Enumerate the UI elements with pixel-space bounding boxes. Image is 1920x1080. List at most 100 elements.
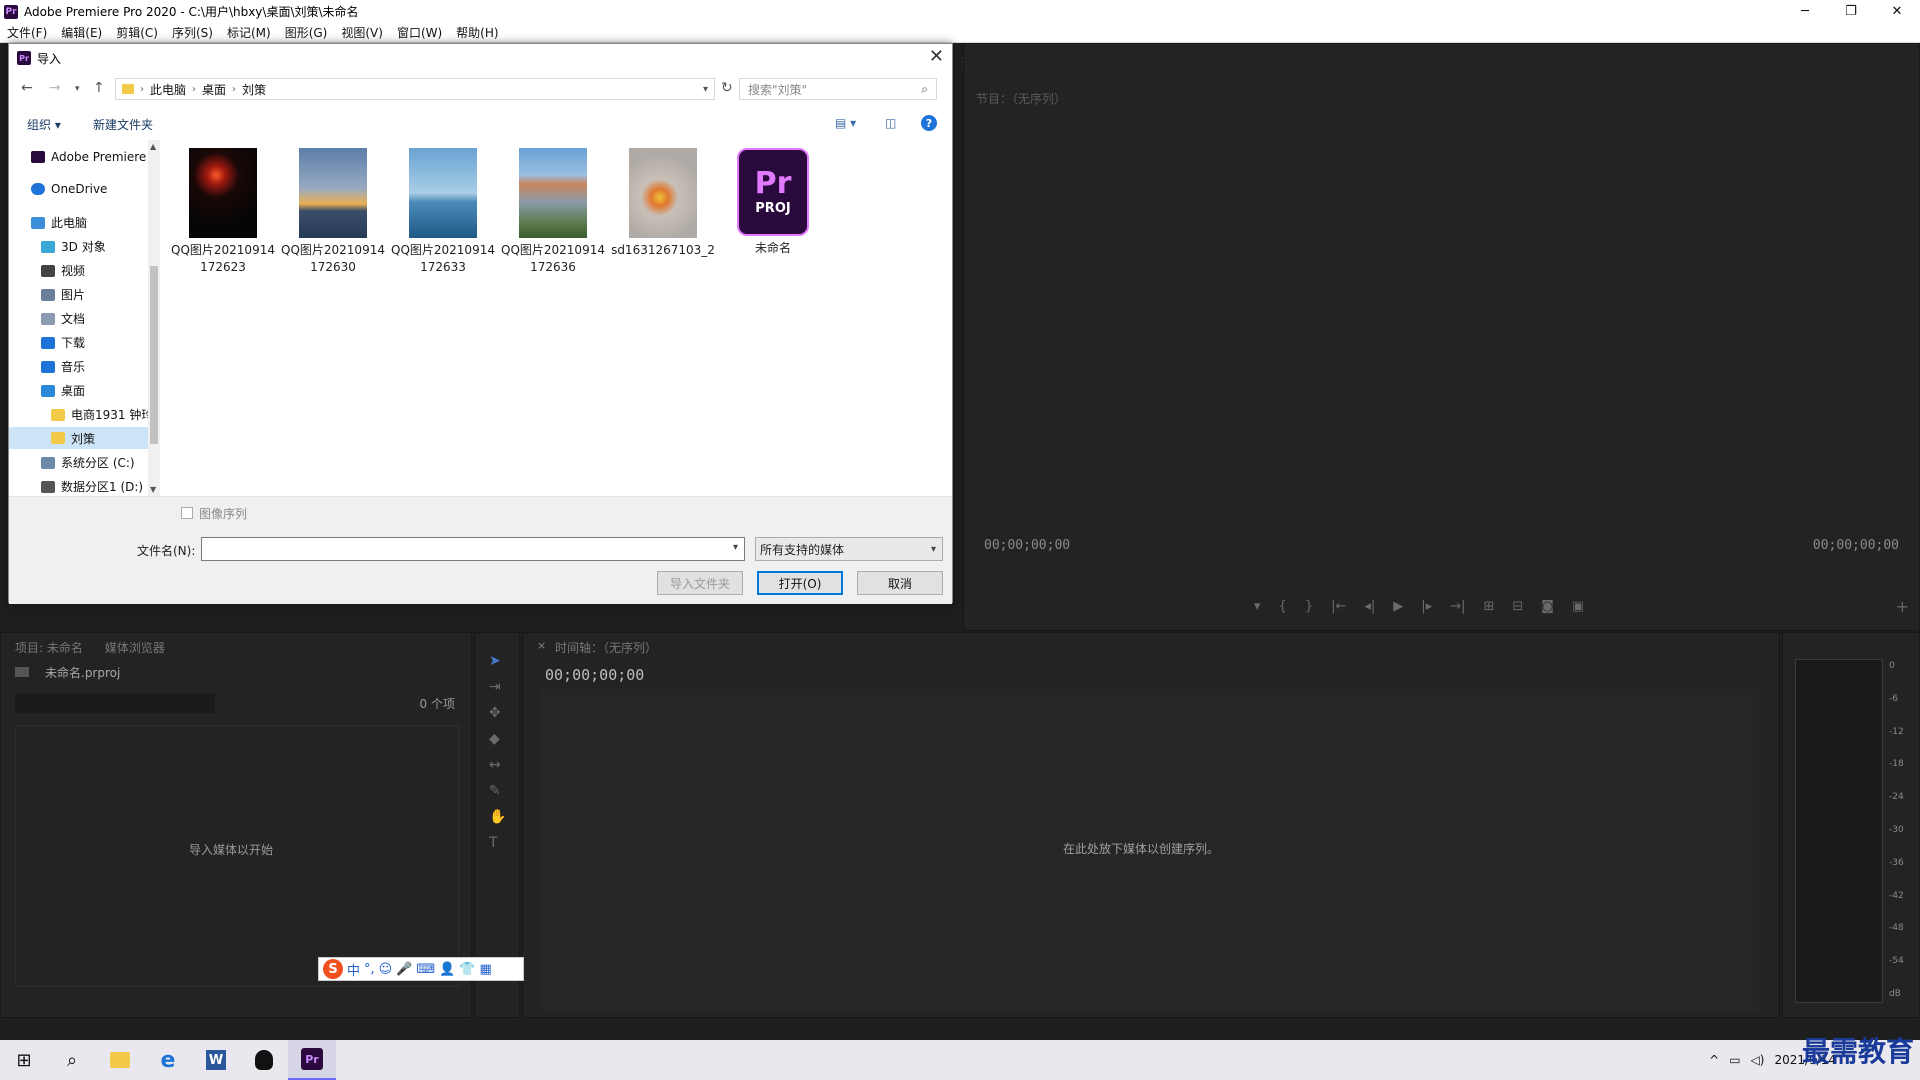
close-icon[interactable]: ✕ (1874, 0, 1920, 23)
menu-clip[interactable]: 剪辑(C) (109, 24, 165, 41)
explorer-icon[interactable] (96, 1040, 144, 1080)
scroll-down-icon[interactable]: ▼ (150, 485, 156, 494)
edge-icon[interactable]: e (144, 1040, 192, 1080)
program-timecode-left[interactable]: 00;00;00;00 (984, 538, 1070, 553)
import-folder-button[interactable]: 导入文件夹 (657, 571, 743, 595)
nav-scrollbar[interactable]: ▲ ▼ (148, 140, 160, 496)
file-item[interactable]: QQ图片20210914172636 (499, 148, 607, 276)
ripple-edit-tool-icon[interactable]: ✥ (489, 705, 506, 721)
restore-icon[interactable]: ❐ (1828, 0, 1874, 23)
mark-out-icon[interactable]: } (1305, 599, 1313, 614)
recent-dropdown-icon[interactable]: ▾ (75, 84, 80, 94)
nav-item-downloads[interactable]: 下载 (41, 334, 85, 351)
emoji-icon[interactable]: ☺ (379, 962, 393, 977)
back-arrow-icon[interactable]: ← (21, 80, 33, 96)
breadcrumb-desktop[interactable]: 桌面 (202, 81, 226, 98)
scroll-thumb[interactable] (150, 266, 158, 444)
tab-project[interactable]: 项目: 未命名 (15, 639, 83, 656)
razor-tool-icon[interactable]: ◆ (489, 731, 506, 747)
nav-item-music[interactable]: 音乐 (41, 358, 85, 375)
menu-sequence[interactable]: 序列(S) (165, 24, 220, 41)
timeline-close-icon[interactable]: × (537, 639, 546, 652)
chevron-down-icon[interactable]: ▾ (703, 84, 708, 95)
up-arrow-icon[interactable]: ↑ (93, 80, 105, 96)
nav-item-this-pc[interactable]: 此电脑 (31, 214, 87, 231)
nav-item-folder-liuce[interactable]: 刘策 (9, 427, 148, 449)
button-editor-icon[interactable]: + (1896, 597, 1909, 616)
filename-input[interactable]: ▾ (201, 537, 745, 561)
menu-window[interactable]: 窗口(W) (390, 24, 449, 41)
mark-in-icon[interactable]: { (1279, 599, 1287, 614)
forward-arrow-icon[interactable]: → (49, 80, 61, 96)
new-folder-button[interactable]: 新建文件夹 (93, 116, 153, 133)
nav-item-documents[interactable]: 文档 (41, 310, 85, 327)
nav-item-drive-c[interactable]: 系统分区 (C:) (41, 454, 135, 471)
network-icon[interactable]: ▭ (1729, 1053, 1740, 1067)
file-item[interactable]: QQ图片20210914172630 (279, 148, 387, 276)
ime-language[interactable]: 中 (347, 960, 360, 979)
volume-icon[interactable]: ◁) (1751, 1053, 1765, 1067)
slip-tool-icon[interactable]: ↔ (489, 757, 506, 773)
close-icon[interactable]: ✕ (929, 46, 944, 67)
menu-help[interactable]: 帮助(H) (449, 24, 505, 41)
chevron-up-icon[interactable]: ^ (1709, 1053, 1719, 1067)
menu-graphics[interactable]: 图形(G) (278, 24, 335, 41)
file-type-select[interactable]: 所有支持的媒体 ▾ (755, 537, 943, 561)
nav-item-videos[interactable]: 视频 (41, 262, 85, 279)
nav-item-pictures[interactable]: 图片 (41, 286, 85, 303)
scroll-up-icon[interactable]: ▲ (150, 142, 156, 151)
search-input[interactable]: 搜索"刘策" ⌕ (739, 78, 937, 100)
go-to-out-icon[interactable]: →| (1450, 599, 1465, 614)
skin-icon[interactable]: 👕 (459, 962, 475, 977)
punctuation-icon[interactable]: °, (364, 962, 375, 977)
file-item[interactable]: QQ图片20210914172633 (389, 148, 497, 276)
breadcrumb-this-pc[interactable]: 此电脑 (150, 81, 186, 98)
type-tool-icon[interactable]: T (489, 835, 506, 851)
open-button[interactable]: 打开(O) (757, 571, 843, 595)
start-icon[interactable]: ⊞ (0, 1040, 48, 1080)
nav-item-premiere[interactable]: Adobe Premiere (31, 150, 146, 164)
extract-icon[interactable]: ⊟ (1512, 599, 1523, 614)
selection-tool-icon[interactable]: ➤ (489, 653, 506, 669)
project-search-input[interactable] (15, 693, 215, 713)
hand-tool-icon[interactable]: ✋ (489, 809, 506, 825)
address-bar[interactable]: › 此电脑 › 桌面 › 刘策 ▾ (115, 78, 715, 100)
menu-file[interactable]: 文件(F) (0, 24, 54, 41)
image-sequence-checkbox[interactable] (181, 507, 193, 519)
compare-icon[interactable]: ▣ (1572, 599, 1584, 614)
track-select-tool-icon[interactable]: ⇥ (489, 679, 506, 695)
nav-item-3d-objects[interactable]: 3D 对象 (41, 238, 106, 255)
microphone-icon[interactable]: 🎤 (396, 962, 412, 977)
lift-icon[interactable]: ⊞ (1483, 599, 1494, 614)
chevron-down-icon[interactable]: ▾ (733, 542, 738, 553)
cancel-button[interactable]: 取消 (857, 571, 943, 595)
refresh-icon[interactable]: ↻ (721, 80, 733, 96)
export-frame-icon[interactable]: ◙ (1541, 599, 1554, 614)
nav-item-onedrive[interactable]: OneDrive (31, 182, 107, 196)
preview-pane-icon[interactable]: ◫ (885, 116, 896, 130)
word-icon[interactable]: W (192, 1040, 240, 1080)
breadcrumb-folder[interactable]: 刘策 (242, 81, 266, 98)
premiere-icon[interactable]: Pr (288, 1040, 336, 1080)
help-icon[interactable]: ? (921, 115, 937, 131)
search-icon[interactable]: ⌕ (48, 1040, 96, 1080)
file-item[interactable]: QQ图片20210914172623 (169, 148, 277, 276)
pen-tool-icon[interactable]: ✎ (489, 783, 506, 799)
file-item[interactable]: sd1631267103_2 (609, 148, 717, 259)
menu-view[interactable]: 视图(V) (334, 24, 390, 41)
file-item[interactable]: Pr PROJ 未命名 (719, 148, 827, 257)
sogou-logo-icon[interactable]: S (323, 959, 343, 979)
organize-button[interactable]: 组织 ▾ (27, 116, 61, 133)
play-icon[interactable]: ▶ (1393, 599, 1403, 614)
menu-marker[interactable]: 标记(M) (220, 24, 278, 41)
step-back-icon[interactable]: ◂| (1364, 599, 1375, 614)
add-marker-icon[interactable]: ▾ (1254, 599, 1261, 614)
nav-item-drive-d[interactable]: 数据分区1 (D:) (41, 478, 143, 495)
keyboard-icon[interactable]: ⌨ (416, 962, 435, 977)
view-mode-icon[interactable]: ▤ ▾ (835, 116, 856, 130)
nav-item-desktop[interactable]: 桌面 (41, 382, 85, 399)
menu-edit[interactable]: 编辑(E) (54, 24, 109, 41)
step-forward-icon[interactable]: |▸ (1421, 599, 1432, 614)
minimize-icon[interactable]: ─ (1782, 0, 1828, 23)
nav-item-folder-ecommerce[interactable]: 电商1931 钟玲 (51, 406, 153, 423)
